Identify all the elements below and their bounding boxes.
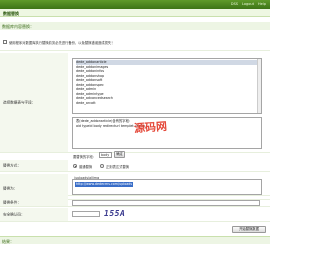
condition-label-cell: 替换条件： bbox=[0, 199, 68, 206]
replace-with-label-cell: 替换为： bbox=[0, 178, 68, 199]
top-link-dss[interactable]: DSS bbox=[231, 2, 238, 6]
replace-with-label: 替换为： bbox=[3, 186, 18, 190]
table-list-scrollbar[interactable] bbox=[257, 59, 261, 113]
section-header-text: 数据库内容替换： bbox=[2, 24, 34, 29]
section-header: 数据库内容替换： bbox=[0, 22, 270, 30]
captcha-image[interactable]: 155A bbox=[104, 209, 125, 218]
top-bar: DSS Logout Help bbox=[0, 0, 270, 9]
field-select-input[interactable]: body bbox=[99, 152, 112, 158]
result-header-text: 结果： bbox=[2, 239, 14, 244]
result-header: 结果： bbox=[0, 236, 270, 244]
page-title: 数据替换 bbox=[3, 11, 19, 16]
watermark-logo: 源码网 bbox=[133, 119, 168, 136]
top-link-help[interactable]: Help bbox=[258, 2, 266, 6]
table-option[interactable]: dede_arcatt bbox=[76, 101, 258, 106]
replace-mode-label-cell: 替换方式： bbox=[0, 160, 68, 171]
replace-with-textarea[interactable]: http://www.dedecms.com/uploads bbox=[72, 179, 262, 195]
condition-label: 替换条件： bbox=[3, 200, 21, 204]
field-confirm-button[interactable]: 确定 bbox=[114, 151, 125, 158]
regex-replace-label: 正则表达式替换 bbox=[106, 165, 130, 169]
backup-notice-row: 使用程序对数据库执行替换前务必先进行备份，以免替换错误造成损失！ bbox=[0, 33, 270, 51]
captcha-input[interactable] bbox=[72, 211, 100, 217]
replace-with-value: http://www.dedecms.com/uploads bbox=[75, 182, 134, 187]
captcha-label: 安全确认码： bbox=[3, 212, 25, 216]
page-title-bar: 数据替换 bbox=[0, 9, 270, 17]
normal-replace-radio[interactable] bbox=[73, 164, 77, 168]
backup-confirm-checkbox[interactable] bbox=[3, 40, 7, 44]
replace-mode-row: 替换方式： 普通替换 正则表达式替换 bbox=[0, 160, 270, 172]
normal-replace-label: 普通替换 bbox=[79, 165, 93, 169]
captcha-label-cell: 安全确认码： bbox=[0, 208, 68, 221]
top-link-logout[interactable]: Logout bbox=[242, 2, 254, 6]
regex-replace-radio[interactable] bbox=[100, 164, 104, 168]
table-listbox[interactable]: dede_addonarticle dede_addonimages dede_… bbox=[72, 58, 262, 114]
field-select-label: 要替换的字段： bbox=[73, 155, 97, 159]
backup-notice-text: 使用程序对数据库执行替换前务必先进行备份，以免替换错误造成损失！ bbox=[9, 41, 115, 45]
table-field-label: 选择数据表与字段： bbox=[3, 100, 36, 104]
replace-mode-label: 替换方式： bbox=[3, 163, 21, 167]
top-links: DSS Logout Help bbox=[231, 2, 266, 6]
start-replace-button[interactable]: 开始替换数据 bbox=[232, 226, 266, 233]
condition-input[interactable] bbox=[72, 200, 260, 206]
table-field-label-cell: 选择数据表与字段： bbox=[0, 53, 68, 152]
captcha-row: 安全确认码： bbox=[0, 208, 270, 222]
